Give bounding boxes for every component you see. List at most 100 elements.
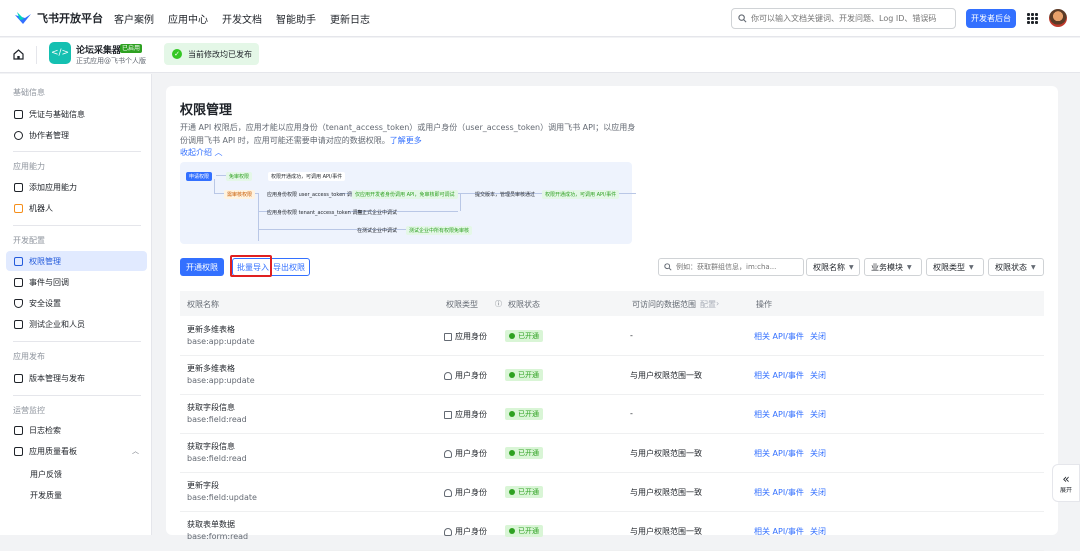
close-permission-link[interactable]: 关闭 [810, 448, 826, 459]
filter-module-select[interactable]: 业务模块 ▼ [864, 258, 922, 276]
table-row: 获取字段信息 base:field:read 用户身份 已开通 与用户权限范围一致 相关 … [180, 434, 1044, 473]
related-api-link[interactable]: 相关 API/事件 [754, 526, 804, 537]
help-icon[interactable]: ⓘ [495, 299, 502, 309]
col-config[interactable]: 配置 [700, 299, 716, 310]
close-permission-link[interactable]: 关闭 [810, 526, 826, 537]
permission-search[interactable] [658, 258, 804, 276]
global-search-input[interactable] [751, 14, 951, 23]
sidebar-item-label: 事件与回调 [29, 277, 69, 287]
check-icon [509, 411, 515, 417]
col-actions: 操作 [756, 300, 772, 309]
close-permission-link[interactable]: 关闭 [810, 487, 826, 498]
expand-panel-button[interactable]: « 展开 [1052, 464, 1080, 502]
sidebar-item-credentials[interactable]: 凭证与基础信息 [6, 104, 147, 124]
filter-name-select[interactable]: 权限名称 ▼ [806, 258, 860, 276]
sidebar-item-bot[interactable]: 机器人 [6, 198, 147, 218]
chevron-up-icon: ︿ [132, 447, 139, 455]
user-icon [444, 488, 452, 497]
flow-node-branch1: 免审权限 [226, 172, 253, 181]
nav-item-app-center[interactable]: 应用中心 [168, 11, 208, 26]
flow-node-test-enterprise: 在测试企业中调试 [357, 228, 398, 234]
feishu-logo-icon [15, 12, 31, 24]
permission-type: 用户身份 [444, 370, 487, 381]
status-badge: 已开通 [505, 447, 543, 459]
app-icon: </> [49, 42, 71, 64]
sidebar-group-basic: 基础信息 [13, 88, 45, 97]
nav-item-docs[interactable]: 开发文档 [222, 11, 262, 26]
related-api-link[interactable]: 相关 API/事件 [754, 409, 804, 420]
sidebar-subitem-feedback[interactable]: 用户反馈 [30, 469, 62, 480]
related-api-link[interactable]: 相关 API/事件 [754, 331, 804, 342]
collapse-intro-button[interactable]: 收起介绍 ︿ [180, 147, 223, 158]
flow-node-enterprise: 在正式企业中调试 [357, 210, 398, 216]
page-description: 开通 API 权限后，应用才能以应用身份（tenant_access_token… [180, 121, 640, 147]
flow-node-sub-app: 应用身份权限 tenant_access_token 调用 [267, 210, 363, 216]
table-row: 更新字段 base:field:update 用户身份 已开通 与用户权限范围一致 相关 … [180, 473, 1044, 512]
permission-code: base:app:update [187, 337, 255, 346]
permission-code: base:field:update [187, 493, 257, 502]
sidebar-item-quality[interactable]: 应用质量看板 ︿ [6, 441, 147, 461]
related-api-link[interactable]: 相关 API/事件 [754, 370, 804, 381]
related-api-link[interactable]: 相关 API/事件 [754, 448, 804, 459]
sidebar-item-versions[interactable]: 版本管理与发布 [6, 368, 147, 388]
search-icon [664, 263, 672, 271]
sidebar-group-capabilities: 应用能力 [13, 162, 45, 171]
sidebar-group-release: 应用发布 [13, 352, 45, 361]
check-icon [509, 450, 515, 456]
open-permission-button[interactable]: 开通权限 [180, 258, 224, 276]
sidebar-item-label: 测试企业和人员 [29, 319, 85, 329]
nav-item-cases[interactable]: 客户案例 [114, 11, 154, 26]
logo-text: 飞书开放平台 [37, 12, 103, 25]
close-permission-link[interactable]: 关闭 [810, 370, 826, 381]
sidebar-item-label: 权限管理 [29, 256, 61, 266]
nav-item-assistant[interactable]: 智能助手 [276, 11, 316, 26]
home-icon[interactable] [12, 48, 25, 61]
sidebar-item-label: 凭证与基础信息 [29, 109, 85, 119]
learn-more-link[interactable]: 了解更多 [390, 136, 422, 145]
sidebar-item-collaborators[interactable]: 协作者管理 [6, 125, 147, 145]
chevron-down-icon: ▼ [849, 263, 854, 271]
status-badge: 已开通 [505, 408, 543, 420]
sidebar-item-logs[interactable]: 日志检索 [6, 420, 147, 440]
filter-status-select[interactable]: 权限状态 ▼ [988, 258, 1044, 276]
col-type: 权限类型 [446, 300, 478, 309]
app-icon [444, 410, 452, 419]
user-icon [14, 130, 23, 140]
sidebar-item-security[interactable]: 安全设置 [6, 293, 147, 313]
export-permission-button[interactable]: 导出权限 [273, 262, 305, 273]
close-permission-link[interactable]: 关闭 [810, 331, 826, 342]
sidebar-item-test-tenants[interactable]: 测试企业和人员 [6, 314, 147, 334]
table-row: 获取字段信息 base:field:read 应用身份 已开通 - 相关 API/事件 关闭 [180, 395, 1044, 434]
collapse-intro-label: 收起介绍 [180, 148, 212, 157]
user-icon [444, 527, 452, 536]
table-row: 更新多维表格 base:app:update 应用身份 已开通 - 相关 API/事件 关闭 [180, 317, 1044, 356]
related-api-link[interactable]: 相关 API/事件 [754, 487, 804, 498]
app-name: 论坛采集器 [76, 46, 122, 56]
logo[interactable]: 飞书开放平台 [14, 10, 114, 26]
permission-type: 用户身份 [444, 448, 487, 459]
sidebar-divider [13, 395, 141, 396]
sidebar-item-add-capability[interactable]: 添加应用能力 [6, 177, 147, 197]
sidebar-item-label: 版本管理与发布 [29, 373, 85, 383]
global-search[interactable] [731, 8, 956, 29]
status-label: 已开通 [518, 410, 539, 418]
check-icon: ✓ [172, 49, 182, 59]
permission-search-input[interactable] [676, 263, 796, 271]
permission-type-label: 用户身份 [455, 371, 487, 380]
filter-type-select[interactable]: 权限类型 ▼ [926, 258, 984, 276]
permission-type-label: 用户身份 [455, 449, 487, 458]
status-label: 已开通 [518, 488, 539, 496]
apps-grid-icon[interactable] [1027, 13, 1038, 24]
flow-node-branch2: 需审核权限 [224, 190, 256, 199]
permission-name: 更新多维表格 [187, 325, 235, 334]
nav-item-changelog[interactable]: 更新日志 [330, 11, 370, 26]
dev-console-button[interactable]: 开发者后台 [966, 9, 1016, 28]
close-permission-link[interactable]: 关闭 [810, 409, 826, 420]
sidebar-item-events[interactable]: 事件与回调 [6, 272, 147, 292]
chevron-down-icon: ▼ [907, 263, 912, 271]
sidebar-item-permissions[interactable]: 权限管理 [6, 251, 147, 271]
avatar[interactable] [1049, 9, 1067, 27]
user-icon [444, 449, 452, 458]
main-panel: 权限管理 开通 API 权限后，应用才能以应用身份（tenant_access_… [166, 86, 1058, 551]
sidebar-subitem-dev-quality[interactable]: 开发质量 [30, 490, 62, 501]
